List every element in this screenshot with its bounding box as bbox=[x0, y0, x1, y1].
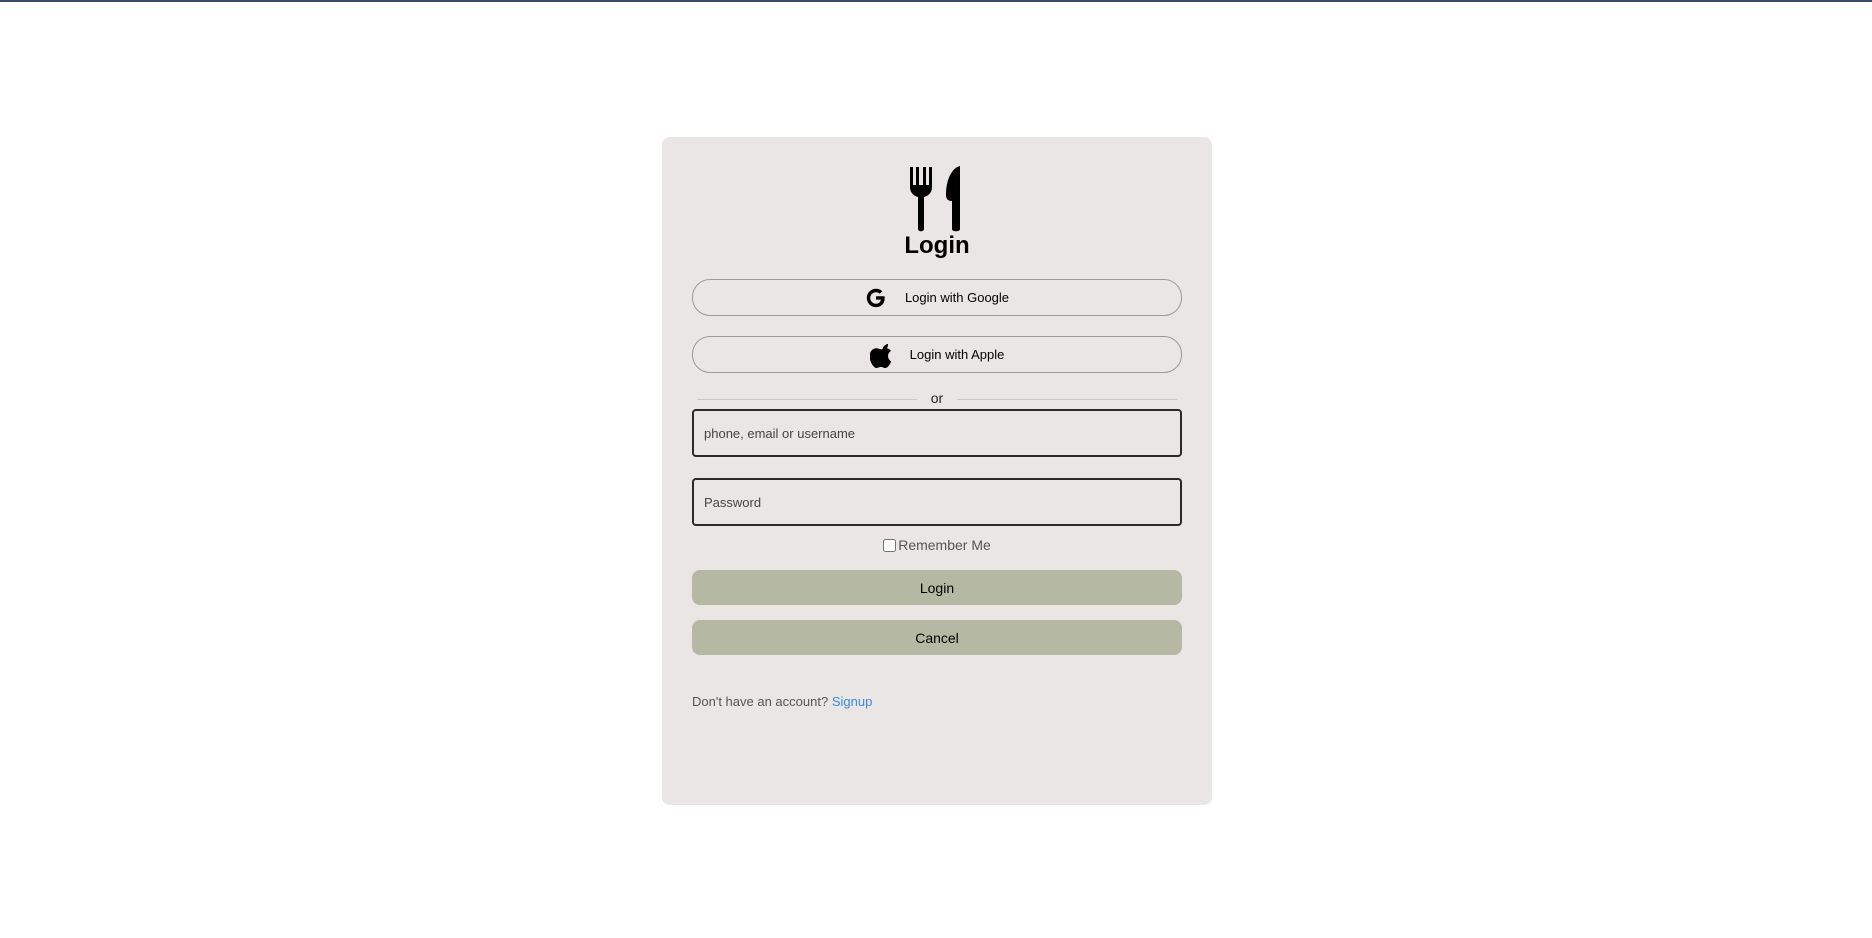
cancel-button[interactable]: Cancel bbox=[692, 620, 1182, 655]
password-input[interactable] bbox=[692, 478, 1182, 526]
login-with-google-button[interactable]: Login with Google bbox=[692, 279, 1182, 316]
login-card: Login Login with Google Login with Apple… bbox=[662, 137, 1212, 805]
remember-me-label: Remember Me bbox=[898, 537, 991, 553]
signup-link[interactable]: Signup bbox=[832, 694, 872, 709]
remember-me: Remember Me bbox=[662, 537, 1212, 553]
remember-me-checkbox[interactable] bbox=[883, 538, 897, 552]
page-title: Login bbox=[904, 232, 970, 259]
fork-knife-icon bbox=[910, 166, 960, 232]
apple-button-label: Login with Apple bbox=[909, 347, 1005, 362]
google-icon bbox=[865, 287, 887, 309]
divider-line-right bbox=[957, 399, 1177, 400]
top-border bbox=[0, 0, 1872, 2]
username-input[interactable] bbox=[692, 409, 1182, 457]
signup-prompt: Don't have an account? Signup bbox=[692, 694, 872, 709]
apple-icon bbox=[869, 343, 892, 368]
google-button-label: Login with Google bbox=[904, 290, 1010, 305]
login-button[interactable]: Login bbox=[692, 570, 1182, 605]
divider-text: or bbox=[930, 390, 944, 406]
login-with-apple-button[interactable]: Login with Apple bbox=[692, 336, 1182, 373]
signup-prompt-text: Don't have an account? bbox=[692, 694, 829, 709]
or-divider: or bbox=[697, 390, 1177, 408]
